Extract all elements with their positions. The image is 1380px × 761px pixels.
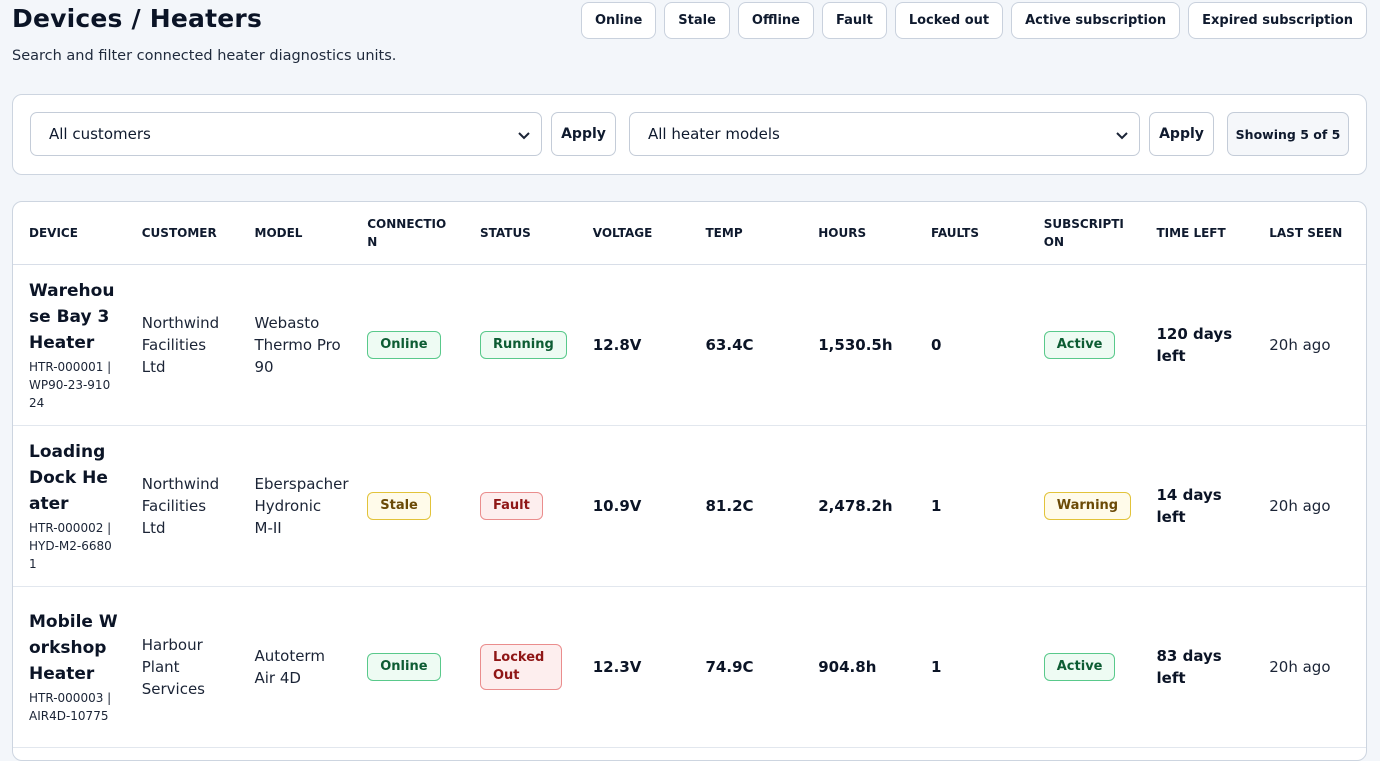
last-seen-cell: 20h ago xyxy=(1253,425,1366,587)
temp-cell: 74.9C xyxy=(689,586,803,748)
voltage-cell: 10.9V xyxy=(576,425,690,587)
connection-cell: Stale xyxy=(351,425,464,587)
temp-cell: 81.2C xyxy=(689,425,803,587)
connection-cell: Online xyxy=(351,586,464,748)
customer-cell: Northwind Facilities Ltd xyxy=(125,264,239,426)
device-name[interactable]: Loading Dock Heater xyxy=(29,439,118,517)
customer-select[interactable]: All customers xyxy=(30,112,542,156)
model-select-value: All heater models xyxy=(648,125,780,143)
device-cell: Warehouse Bay 3 Heater HTR-000001 | WP90… xyxy=(13,264,126,426)
column-header-status[interactable]: STATUS xyxy=(464,202,577,265)
faults-cell: 1 xyxy=(915,586,1028,748)
status-badge: Fault xyxy=(480,491,543,520)
status-badge: Running xyxy=(480,330,567,359)
subscription-cell: Active xyxy=(1027,264,1141,426)
table-row[interactable]: Warehouse Bay 3 Heater HTR-000001 | WP90… xyxy=(13,264,1366,426)
customer-cell: Northwind Facilities Ltd xyxy=(125,425,239,587)
column-header-last-seen[interactable]: LAST SEEN xyxy=(1253,202,1366,265)
voltage-cell: 12.3V xyxy=(576,586,690,748)
column-header-device[interactable]: DEVICE xyxy=(13,202,126,265)
column-header-faults[interactable]: FAULTS xyxy=(915,202,1028,265)
table-row[interactable]: Mobile Workshop Heater HTR-000003 | AIR4… xyxy=(13,586,1366,748)
hours-cell: 2,478.2h xyxy=(802,425,915,587)
column-header-time-left[interactable]: TIME LEFT xyxy=(1140,202,1254,265)
page-title: Devices / Heaters xyxy=(12,4,263,33)
column-header-voltage[interactable]: VOLTAGE xyxy=(576,202,690,265)
voltage-cell: 12.8V xyxy=(576,264,690,426)
column-header-model[interactable]: MODEL xyxy=(238,202,352,265)
apply-customer-button[interactable]: Apply xyxy=(551,112,616,156)
legend-expired-subscription-chip[interactable]: Expired subscription xyxy=(1188,2,1367,39)
status-badge: Locked Out xyxy=(480,643,562,690)
chevron-down-icon xyxy=(1116,132,1128,140)
model-cell: Webasto Thermo Pro 90 xyxy=(238,264,352,426)
column-header-temp[interactable]: TEMP xyxy=(689,202,803,265)
device-id: HTR-000001 | WP90-23-91024 xyxy=(29,359,112,410)
hours-cell: 904.8h xyxy=(802,586,915,748)
time-left-cell: 14 days left xyxy=(1140,425,1254,587)
subscription-badge: Warning xyxy=(1043,491,1132,520)
connection-badge: Online xyxy=(367,652,441,681)
legend-stale-chip[interactable]: Stale xyxy=(664,2,730,39)
column-header-hours[interactable]: HOURS xyxy=(802,202,915,265)
connection-badge: Stale xyxy=(367,491,431,520)
legend-fault-chip[interactable]: Fault xyxy=(822,2,887,39)
legend-active-subscription-chip[interactable]: Active subscription xyxy=(1011,2,1181,39)
apply-model-button[interactable]: Apply xyxy=(1149,112,1214,156)
model-cell: Autoterm Air 4D xyxy=(238,586,352,748)
table-row[interactable]: Loading Dock Heater HTR-000002 | HYD-M2-… xyxy=(13,425,1366,587)
faults-cell: 0 xyxy=(915,264,1028,426)
device-cell: Loading Dock Heater HTR-000002 | HYD-M2-… xyxy=(13,425,126,587)
hours-cell: 1,530.5h xyxy=(802,264,915,426)
faults-cell: 1 xyxy=(915,425,1028,587)
column-header-customer[interactable]: CUSTOMER xyxy=(125,202,239,265)
subscription-cell: Active xyxy=(1027,586,1141,748)
status-cell: Running xyxy=(464,264,577,426)
last-seen-cell: 20h ago xyxy=(1253,264,1366,426)
temp-cell: 63.4C xyxy=(689,264,803,426)
customer-select-value: All customers xyxy=(49,125,151,143)
subscription-badge: Active xyxy=(1043,652,1116,681)
table-header-row: DEVICE CUSTOMER MODEL CONNECTION STATUS … xyxy=(13,202,1366,265)
column-header-connection[interactable]: CONNECTION xyxy=(351,202,464,265)
status-cell: Fault xyxy=(464,425,577,587)
page-subtitle: Search and filter connected heater diagn… xyxy=(12,48,397,64)
time-left-cell: 120 days left xyxy=(1140,264,1254,426)
devices-table-card: DEVICE CUSTOMER MODEL CONNECTION STATUS … xyxy=(12,201,1367,761)
device-id: HTR-000002 | HYD-M2-66801 xyxy=(29,520,112,571)
subscription-cell: Warning xyxy=(1027,425,1141,587)
device-name[interactable]: Mobile Workshop Heater xyxy=(29,609,118,687)
customer-cell: Harbour Plant Services xyxy=(125,586,239,748)
result-count-badge: Showing 5 of 5 xyxy=(1227,112,1349,156)
column-header-subscription[interactable]: SUBSCRIPTION xyxy=(1027,202,1141,265)
connection-badge: Online xyxy=(367,330,441,359)
subscription-badge: Active xyxy=(1043,330,1116,359)
device-name[interactable]: Warehouse Bay 3 Heater xyxy=(29,278,118,356)
devices-page: Devices / Heaters Search and filter conn… xyxy=(0,0,1380,761)
chevron-down-icon xyxy=(518,132,530,140)
model-select[interactable]: All heater models xyxy=(629,112,1140,156)
legend-online-chip[interactable]: Online xyxy=(580,2,657,39)
legend-locked-out-chip[interactable]: Locked out xyxy=(894,2,1004,39)
model-cell: Eberspacher Hydronic M-II xyxy=(238,425,352,587)
device-id: HTR-000003 | AIR4D-10775 xyxy=(29,690,112,723)
devices-table: DEVICE CUSTOMER MODEL CONNECTION STATUS … xyxy=(13,202,1366,748)
filter-bar: All customers Apply All heater models Ap… xyxy=(12,94,1367,175)
device-cell: Mobile Workshop Heater HTR-000003 | AIR4… xyxy=(13,586,126,748)
connection-cell: Online xyxy=(351,264,464,426)
time-left-cell: 83 days left xyxy=(1140,586,1254,748)
status-cell: Locked Out xyxy=(464,586,577,748)
status-legend: Online Stale Offline Fault Locked out Ac… xyxy=(580,2,1367,39)
legend-offline-chip[interactable]: Offline xyxy=(737,2,814,39)
last-seen-cell: 20h ago xyxy=(1253,586,1366,748)
